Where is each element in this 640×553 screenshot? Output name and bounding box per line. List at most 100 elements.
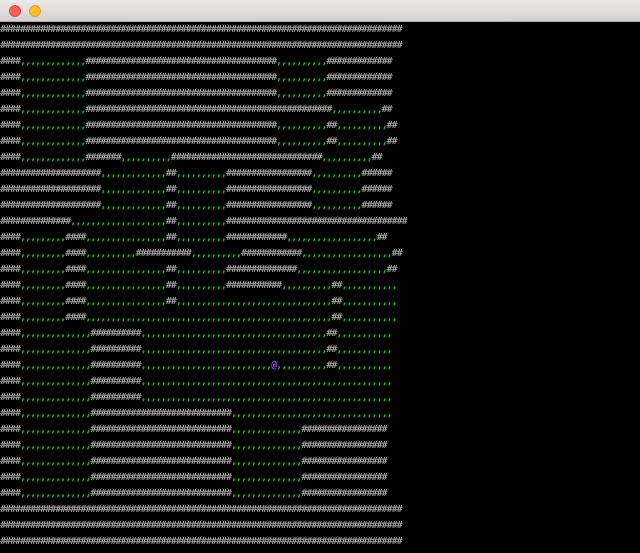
- wall-tiles: ####: [65, 232, 86, 243]
- floor-tiles: ,,,,,,,,,,: [120, 152, 172, 163]
- map-row: ####,,,,,,,,,####,,,,,,,,,,###########,,…: [0, 246, 407, 262]
- floor-tiles: ,,,,,,,,,,,,,,: [20, 424, 91, 435]
- wall-tiles: ###########: [225, 280, 282, 291]
- floor-tiles: ,,,,,,,,,,: [276, 120, 327, 131]
- wall-tiles: ##: [381, 104, 393, 115]
- wall-tiles: ########################################…: [85, 104, 332, 115]
- wall-tiles: ######: [361, 168, 393, 179]
- map-row: ####,,,,,,,,,,,,,,######################…: [0, 406, 407, 422]
- map-row: ####,,,,,,,,,,,,,,##########,,,,,,,,,,,,…: [0, 326, 407, 342]
- wall-tiles: ########################################…: [0, 504, 403, 515]
- map-row: ####,,,,,,,,,,,,,,##########,,,,,,,,,,,,…: [0, 390, 407, 406]
- wall-tiles: #######: [85, 152, 121, 163]
- map-row: ####,,,,,,,,,,,,,#######################…: [0, 118, 407, 134]
- wall-tiles: ##: [326, 344, 337, 355]
- wall-tiles: #############: [326, 72, 392, 83]
- floor-tiles: ,,,,,,,,,,,,,: [100, 168, 166, 179]
- floor-tiles: ,,,,,,,,,,,,,,: [230, 440, 302, 451]
- map-row: ########################################…: [0, 534, 407, 550]
- floor-tiles: ,,,,,,,,,,,: [341, 280, 397, 291]
- wall-tiles: ##############: [225, 264, 297, 275]
- wall-tiles: ########################################…: [0, 520, 403, 531]
- wall-tiles: ####: [0, 120, 21, 131]
- floor-tiles: ,,,,,,,,,,: [276, 136, 327, 147]
- floor-tiles: ,,,,,,,,,,,: [341, 296, 397, 307]
- floor-tiles: ,,,,,,,,,,,,,,: [20, 328, 91, 339]
- floor-tiles: ,,,,,,,,,,,,,,,,,,,,,,,,,,,,,,,: [175, 296, 333, 307]
- map-row: ####,,,,,,,,,,,,,,##########,,,,,,,,,,,,…: [0, 358, 407, 374]
- wall-tiles: ####: [65, 280, 86, 291]
- wall-tiles: ####: [0, 136, 21, 147]
- wall-tiles: ######: [361, 184, 393, 195]
- wall-tiles: ############################: [90, 472, 232, 483]
- minimize-button[interactable]: [29, 5, 41, 17]
- wall-tiles: ####: [0, 56, 21, 67]
- map-row: ########################################…: [0, 38, 407, 54]
- floor-tiles: ,,,,,,,,,,,,,,,,: [85, 296, 166, 307]
- floor-tiles: ,,,,,,,,,,: [276, 72, 327, 83]
- wall-tiles: ####: [0, 152, 21, 163]
- wall-tiles: ##: [331, 296, 342, 307]
- wall-tiles: ############: [225, 232, 287, 243]
- map-row: ####,,,,,,,,,,,,,,######################…: [0, 422, 407, 438]
- wall-tiles: ########################################…: [0, 40, 403, 51]
- floor-tiles: ,,,,,,,,,,,,,,,,: [85, 232, 166, 243]
- game-viewport[interactable]: ########################################…: [0, 22, 640, 553]
- map-row: ####,,,,,,,,,,,,,,######################…: [0, 486, 407, 502]
- map-row: ####,,,,,,,,,,,,,#######################…: [0, 70, 407, 86]
- wall-tiles: ##: [331, 280, 342, 291]
- floor-tiles: ,,,,,,,,,,: [276, 56, 327, 67]
- wall-tiles: ##: [386, 120, 398, 131]
- floor-tiles: ,,,,,,,,,,,,,: [20, 104, 86, 115]
- wall-tiles: ##: [165, 184, 177, 195]
- wall-tiles: ##: [165, 168, 177, 179]
- wall-tiles: ####################################: [225, 216, 408, 227]
- floor-tiles: ,,,,,,,,,,,,,,: [20, 360, 91, 371]
- wall-tiles: ############################: [90, 408, 232, 419]
- floor-tiles: ,,,,,,,,,,,,,,,,: [85, 264, 166, 275]
- wall-tiles: ##: [331, 312, 342, 323]
- map-row: ####,,,,,,,,,,,,,#######################…: [0, 134, 407, 150]
- wall-tiles: ####: [0, 280, 21, 291]
- map-row: ####,,,,,,,,,,,,,,##########,,,,,,,,,,,,…: [0, 342, 407, 358]
- floor-tiles: ,,,,,,,,,,,,,,,,,,,,,,,,,,,,,,,,: [230, 408, 393, 419]
- wall-tiles: #################: [225, 184, 312, 195]
- wall-tiles: #################: [225, 200, 312, 211]
- wall-tiles: ####: [0, 344, 21, 355]
- floor-tiles: ,,,,,,,,,,,,,,: [20, 408, 91, 419]
- wall-tiles: ##########: [90, 376, 141, 387]
- wall-tiles: ####################: [0, 184, 101, 195]
- close-button[interactable]: [9, 5, 21, 17]
- floor-tiles: ,,,,,,,,,,: [175, 200, 227, 211]
- wall-tiles: ##: [386, 264, 398, 275]
- wall-tiles: ####: [65, 248, 86, 259]
- map-row: ####################,,,,,,,,,,,,,##,,,,,…: [0, 198, 407, 214]
- wall-tiles: ##: [165, 232, 177, 243]
- wall-tiles: ##########: [90, 360, 141, 371]
- wall-tiles: ####################: [0, 200, 101, 211]
- floor-tiles: ,,,,,,,,,,,,,,,,,,,,,,,,,,,,,,,,,,,,,: [140, 344, 328, 355]
- map-row: ####,,,,,,,,,,,,,,##########,,,,,,,,,,,,…: [0, 374, 407, 390]
- floor-tiles: ,,,,,,,,,,,,,: [100, 184, 166, 195]
- wall-tiles: ######################################: [85, 136, 277, 147]
- wall-tiles: ####: [0, 296, 21, 307]
- floor-tiles: ,,,,,,,,,,,,,,: [230, 472, 302, 483]
- wall-tiles: ####: [65, 296, 86, 307]
- floor-tiles: ,,,,,,,,,,,,,,: [20, 440, 91, 451]
- wall-tiles: ####: [0, 264, 21, 275]
- floor-tiles: ,,,,,,,,,,,,,,: [20, 472, 91, 483]
- wall-tiles: ##: [386, 136, 398, 147]
- map-row: ####,,,,,,,,,,,,,,######################…: [0, 470, 407, 486]
- map-row: ####,,,,,,,,,,,,,,######################…: [0, 438, 407, 454]
- wall-tiles: #################: [301, 424, 387, 435]
- floor-tiles: ,,,,,,,,,,,,,,: [20, 488, 91, 499]
- wall-tiles: ####: [0, 456, 21, 467]
- floor-tiles: ,,,,,,,,,,,,,: [20, 120, 86, 131]
- floor-tiles: ,,,,,,,,,,,,,: [20, 88, 86, 99]
- floor-tiles: ,,,,,,,,,,: [331, 104, 382, 115]
- wall-tiles: ######################################: [85, 120, 277, 131]
- wall-tiles: ########################################…: [0, 536, 403, 547]
- floor-tiles: ,,,,,,,,,,: [175, 280, 227, 291]
- floor-tiles: ,,,,,,,,,,,: [341, 312, 397, 323]
- wall-tiles: ####: [65, 264, 86, 275]
